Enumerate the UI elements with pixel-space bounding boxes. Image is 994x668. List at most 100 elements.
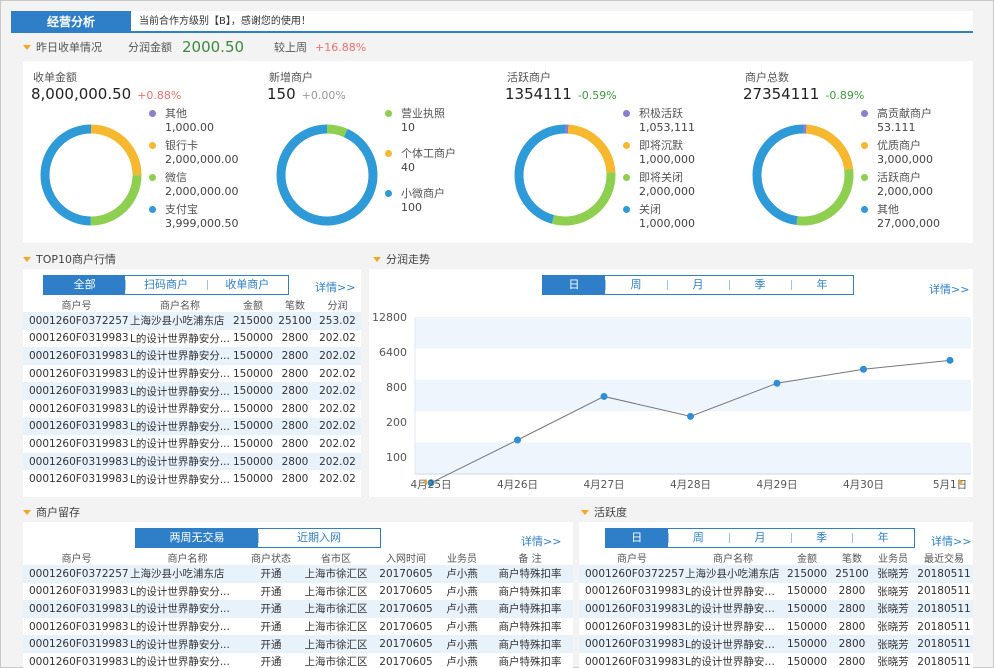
activity-tab[interactable]: 年 [852,529,914,547]
table-row[interactable]: 0001260F0372257 上海沙县小吃浦东店 215000 25100 253.0… [23,312,361,330]
table-cell: 150000 [230,347,276,365]
legend-item: 即将沉默 1,000,000 [623,139,733,171]
activity-tab[interactable]: 季 [790,529,853,547]
table-row[interactable]: 0001260F0319983 L的设计世界静安分... 开通 上海市徐汇区 20170… [23,600,573,618]
table-header-cell: 备 注 [518,554,542,565]
table-cell: L的设计世界静安分... [685,652,781,668]
table-row[interactable]: 0001260F0319983 L的设计世界静安分... 150000 2800 202… [23,329,361,348]
activity-more-link[interactable]: 详情>> [931,533,971,549]
trend-data-point [514,436,521,444]
table-cell: 上海市徐汇区 [297,652,375,668]
table-row[interactable]: 0001260F0319983 L的设计世界静安分... 150000 2800 202… [23,382,361,400]
table-cell: 150000 [781,600,833,618]
legend-name: 其他 [877,203,899,216]
trend-tab[interactable]: 日 [543,276,605,294]
table-row[interactable]: 0001260F0319983 L的设计世界静安分... 150000 2800 张晓芳… [579,635,973,653]
table-row[interactable]: 0001260F0372257 上海沙县小吃浦东店 215000 25100 张晓芳 20… [579,565,973,583]
table-row[interactable]: 0001260F0319983 L的设计世界静安分... 150000 2800 张晓芳… [579,617,973,636]
table-cell: 0001260F0319983 [579,652,685,668]
table-header-cell: 商户号 [617,554,647,565]
table-row[interactable]: 0001260F0319983 L的设计世界静安分... 150000 2800 张晓芳… [579,582,973,601]
table-row[interactable]: 0001260F0319983 L的设计世界静安分... 150000 2800 202… [23,452,361,471]
table-cell: 150000 [230,329,276,348]
table-row[interactable]: 0001260F0319983 L的设计世界静安分... 150000 2800 202… [23,470,361,488]
legend-dot-icon [861,206,868,213]
table-row[interactable]: 0001260F0319983 L的设计世界静安分... 开通 上海市徐汇区 20170… [23,635,573,653]
table-cell: 商户特殊扣率 [487,582,573,601]
kpi-value-number: 150 [267,85,296,103]
table-cell: 2800 [833,652,871,668]
table-row[interactable]: 0001260F0319983 L的设计世界静安分... 150000 2800 张晓芳… [579,652,973,668]
table-row[interactable]: 0001260F0319983 L的设计世界静安分... 150000 2800 202… [23,347,361,365]
top10-tab[interactable]: 全部 [44,276,126,294]
retention-tab[interactable]: 两周无交易 [136,529,258,547]
table-row[interactable]: 0001260F0319983 L的设计世界静安分... 开通 上海市徐汇区 20170… [23,652,573,668]
scroll-left-icon[interactable] [423,479,427,485]
trend-tab[interactable]: 周 [605,276,667,294]
legend-dot-icon [623,174,630,181]
table-cell: 卢小燕 [437,635,487,653]
table-cell: 0001260F0319983 [23,635,130,653]
legend-name: 高贡献商户 [877,107,932,120]
table-cell: 2800 [276,417,314,436]
legend-dot-icon [623,110,630,117]
table-cell: L的设计世界静安分... [685,582,781,601]
table-row[interactable]: 0001260F0319983 L的设计世界静安分... 150000 2800 202… [23,417,361,436]
legend-name: 积极活跃 [639,107,683,120]
table-row[interactable]: 0001260F0319983 L的设计世界静安分... 150000 2800 202… [23,399,361,418]
legend-value: 27,000,000 [877,217,940,230]
table-cell: L的设计世界静安分... [130,470,230,488]
trend-data-point [946,356,954,364]
table-row[interactable]: 0001260F0372257 上海沙县小吃浦东店 开通 上海市徐汇区 20170605… [23,565,573,583]
kpi-card-title: 活跃商户 [507,71,551,84]
table-cell: 上海市徐汇区 [297,617,375,636]
share-label: 分润金额 [128,41,172,54]
table-cell: 0001260F0319983 [23,617,130,636]
table-cell: 卢小燕 [437,617,487,636]
table-cell: 202.02 [314,347,361,365]
top10-tab[interactable]: 收单商户 [206,276,288,294]
table-cell: 0001260F0319983 [579,582,685,601]
table-cell: 150000 [230,435,276,453]
table-row[interactable]: 0001260F0319983 L的设计世界静安分... 开通 上海市徐汇区 20170… [23,617,573,636]
trend-tab[interactable]: 月 [667,276,729,294]
legend-name: 其他 [165,107,187,120]
top10-tab[interactable]: 扫码商户 [125,276,206,294]
kpi-legend: 高贡献商户 53.111 优质商户 3,000,000 活跃商户 2,000,000 其他 2… [861,107,971,235]
kpi-change: -0.59% [577,89,617,102]
table-row[interactable]: 0001260F0319983 L的设计世界静安分... 150000 2800 202… [23,435,361,453]
table-row[interactable]: 0001260F0319983 L的设计世界静安分... 150000 2800 202… [23,364,361,383]
table-cell: 张晓芳 [871,600,915,618]
trend-data-point [687,412,694,420]
x-tick-label: 4月28日 [670,479,711,491]
retention-tab[interactable]: 近期入网 [258,529,380,547]
trend-tab[interactable]: 季 [729,276,791,294]
table-cell: 卢小燕 [437,582,487,601]
top10-tabs: 全部 扫码商户 收单商户 [43,275,289,295]
activity-tab[interactable]: 月 [729,529,791,547]
table-row[interactable]: 0001260F0319983 L的设计世界静安分... 开通 上海市徐汇区 20170… [23,582,573,601]
table-cell: 开通 [245,652,297,668]
trend-more-link[interactable]: 详情>> [929,281,969,297]
table-cell: 20180511 [915,635,973,653]
legend-dot-icon [623,206,630,213]
activity-tab[interactable]: 周 [667,529,730,547]
scroll-right-icon[interactable] [959,479,963,485]
table-cell: 0001260F0319983 [23,435,130,453]
trend-tab[interactable]: 年 [791,276,853,294]
top10-more-link[interactable]: 详情>> [315,279,355,295]
table-cell: 0001260F0372257 [23,565,130,583]
table-cell: 上海市徐汇区 [297,582,375,601]
table-cell: 0001260F0319983 [23,452,130,471]
share-value: 2000.50 [182,38,245,56]
kpi-card: 新增商户 150 +0.00% 营业执照 10 个体工商户 40 小微商户 100 [259,63,495,241]
retention-more-link[interactable]: 详情>> [521,533,561,549]
activity-tab[interactable]: 日 [606,529,668,547]
table-row[interactable]: 0001260F0319983 L的设计世界静安分... 150000 2800 张晓芳… [579,600,973,618]
table-cell: 上海市徐汇区 [297,565,375,583]
chart-grid-band [415,379,971,412]
table-cell: 开通 [245,617,297,636]
legend-item: 积极活跃 1,053,111 [623,107,733,139]
chart-grid-band [415,317,971,349]
table-cell: 张晓芳 [871,565,915,583]
